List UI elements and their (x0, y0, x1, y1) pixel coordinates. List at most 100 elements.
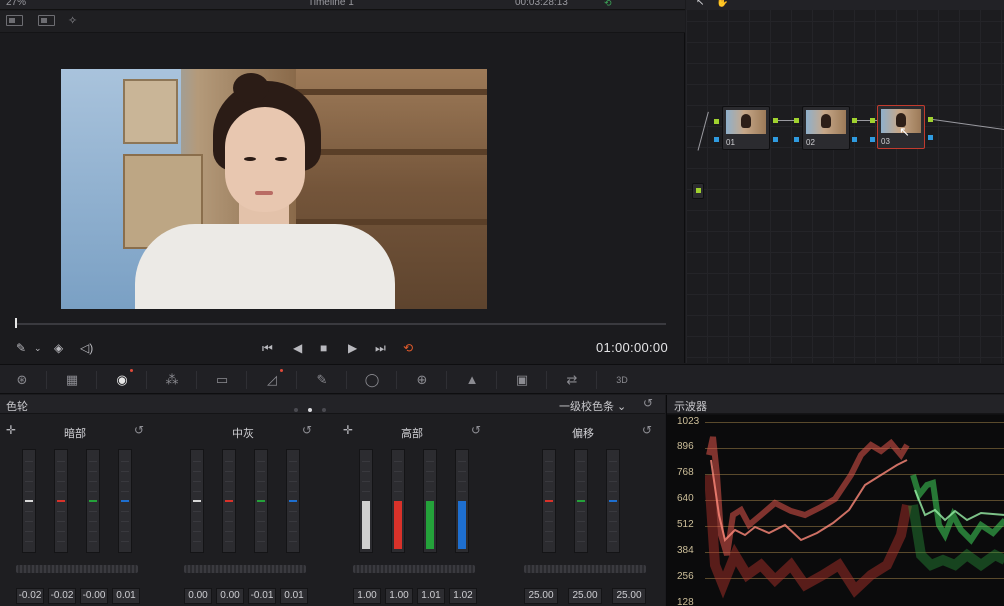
wheel-name: 偏移 (572, 428, 594, 440)
source-input-node[interactable] (692, 183, 704, 199)
reverse-play-button[interactable]: ◀ (293, 340, 302, 356)
mode-dropdown[interactable]: 一级校色条 ⌄ (559, 398, 626, 414)
hand-icon[interactable]: ✋ (716, 0, 728, 8)
green-waveform (910, 474, 1004, 545)
panel-title: 色轮 (6, 401, 28, 413)
sizing-icon[interactable]: ⇄ (560, 371, 584, 389)
motion-effects-icon[interactable]: ▭ (210, 371, 234, 389)
stop-button[interactable]: ■ (320, 340, 327, 356)
transport-controls: ✎ ⌄ ◈ ◁) ⏮ ◀ ■ ▶ ⏭ ⟲ 01:00:00:00 (0, 337, 685, 361)
blue-bar[interactable] (286, 449, 300, 553)
value-r[interactable]: 25.00 (524, 588, 558, 604)
value-b[interactable]: 1.02 (449, 588, 477, 604)
blur-icon[interactable]: ▲ (460, 371, 484, 389)
green-bar[interactable] (574, 449, 588, 553)
node-01[interactable]: 01 (722, 106, 770, 150)
value-b[interactable]: 25.00 (612, 588, 646, 604)
viewer-panel: ✧ ✎ ⌄ ◈ ◁) ⏮ ◀ ■ ▶ ⏭ ⟲ 01:00:00:00 (0, 11, 685, 363)
blue-bar[interactable] (455, 449, 469, 553)
value-r[interactable]: 0.00 (216, 588, 244, 604)
split-view-icon[interactable] (6, 15, 23, 26)
green-bar[interactable] (254, 449, 268, 553)
red-bar[interactable] (54, 449, 68, 553)
timeline-name[interactable]: Timeline 1 (308, 0, 354, 8)
wheel-name: 暗部 (64, 428, 86, 440)
red-bar[interactable] (222, 449, 236, 553)
loop-button[interactable]: ⟲ (403, 340, 413, 356)
value-g[interactable]: -0.00 (80, 588, 108, 604)
scopes-title: 示波器 (674, 401, 707, 413)
node-02[interactable]: 02 (802, 106, 850, 150)
curves-icon[interactable]: ◿ (260, 369, 284, 389)
reset-icon[interactable]: ↺ (642, 423, 652, 437)
value-b[interactable]: 0.01 (280, 588, 308, 604)
top-timecode: 00:03:28:13 (515, 0, 568, 8)
reset-all-icon[interactable]: ↺ (643, 396, 653, 410)
magic-wand-icon[interactable]: ✧ (68, 15, 77, 28)
reset-icon[interactable]: ↺ (302, 423, 312, 437)
zoom-level[interactable]: 27% (6, 0, 26, 8)
color-wheels-panel: 色轮 一级校色条 ⌄ ↺ ✛ 暗部 ↺ -0.02 -0.02 -0.00 0.… (0, 395, 665, 606)
go-to-start-button[interactable]: ⏮ (262, 340, 273, 356)
value-g[interactable]: 25.00 (568, 588, 602, 604)
viewer-image[interactable] (61, 69, 487, 309)
value-g[interactable]: -0.01 (248, 588, 276, 604)
grid-view-icon[interactable] (38, 15, 55, 26)
layers-icon[interactable]: ◈ (54, 340, 63, 356)
wheel-gamma: 中灰 ↺ 0.00 0.00 -0.01 0.01 (168, 415, 318, 606)
value-y[interactable]: 1.00 (353, 588, 381, 604)
mouse-cursor-icon: ↖ (899, 124, 910, 139)
red-bar[interactable] (391, 449, 405, 553)
y-label: 384 (677, 545, 694, 556)
palette-toolbar: ⊛ ▦ ◉ ⁂ ▭ ◿ ✎ ◯ ⊕ ▲ ▣ ⇄ 3D (0, 364, 1004, 394)
playhead[interactable] (15, 318, 17, 328)
rgb-mixer-icon[interactable]: ⁂ (160, 371, 184, 389)
blue-bar[interactable] (606, 449, 620, 553)
scopes-panel: 示波器 1023 896 768 640 512 384 256 128 (666, 395, 1004, 606)
page-dots[interactable] (294, 403, 336, 415)
color-match-icon[interactable]: ▦ (60, 371, 84, 389)
scopes-header: 示波器 (667, 395, 1004, 414)
volume-icon[interactable]: ◁) (80, 340, 93, 356)
reset-icon[interactable]: ↺ (134, 423, 144, 437)
value-r[interactable]: -0.02 (48, 588, 76, 604)
green-bar[interactable] (423, 449, 437, 553)
master-bar[interactable] (359, 449, 373, 553)
picker-icon[interactable]: ✎ (16, 340, 26, 356)
tracker-icon[interactable]: ⊕ (410, 371, 434, 389)
scrub-bar[interactable] (16, 323, 666, 325)
wheel-name: 高部 (401, 428, 423, 440)
go-to-end-button[interactable]: ⏭ (375, 340, 386, 356)
node-editor[interactable]: ↖ ✋ 01 02 03 ↖ (686, 0, 1004, 363)
play-button[interactable]: ▶ (348, 340, 357, 356)
waveform-trace (705, 436, 1004, 599)
window-icon[interactable]: ◯ (360, 371, 384, 389)
waveform-scope[interactable]: 1023 896 768 640 512 384 256 128 (667, 415, 1004, 606)
qualifier-icon[interactable]: ✎ (310, 371, 334, 389)
value-y[interactable]: -0.02 (16, 588, 44, 604)
red-bar[interactable] (542, 449, 556, 553)
sync-icon[interactable]: ⟲ (604, 0, 612, 9)
wheel-name: 中灰 (232, 428, 254, 440)
y-label: 768 (677, 467, 694, 478)
master-jog-wheel[interactable] (16, 565, 138, 573)
y-label: 896 (677, 441, 694, 452)
color-wheels-icon[interactable]: ◉ (110, 369, 134, 389)
master-jog-wheel[interactable] (524, 565, 646, 573)
value-g[interactable]: 1.01 (417, 588, 445, 604)
master-jog-wheel[interactable] (184, 565, 306, 573)
pointer-icon[interactable]: ↖ (696, 0, 704, 8)
blue-bar[interactable] (118, 449, 132, 553)
value-y[interactable]: 0.00 (184, 588, 212, 604)
chevron-down-icon[interactable]: ⌄ (34, 340, 42, 356)
camera-raw-icon[interactable]: ⊛ (10, 371, 34, 389)
value-r[interactable]: 1.00 (385, 588, 413, 604)
3d-icon[interactable]: 3D (610, 371, 634, 389)
value-b[interactable]: 0.01 (112, 588, 140, 604)
reset-icon[interactable]: ↺ (471, 423, 481, 437)
master-bar[interactable] (22, 449, 36, 553)
master-jog-wheel[interactable] (353, 565, 475, 573)
key-icon[interactable]: ▣ (510, 371, 534, 389)
green-bar[interactable] (86, 449, 100, 553)
master-bar[interactable] (190, 449, 204, 553)
